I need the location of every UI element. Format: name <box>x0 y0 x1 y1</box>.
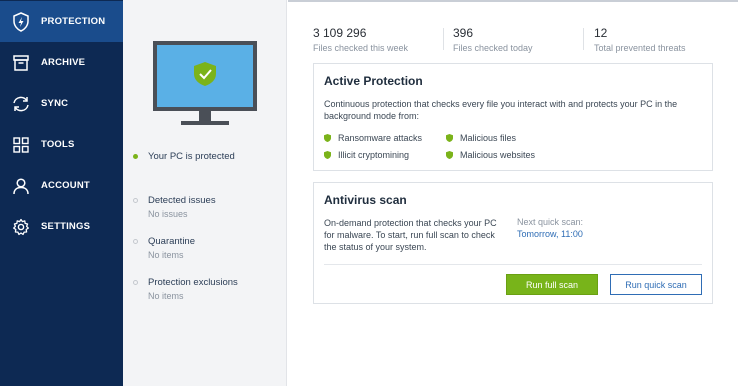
antivirus-description: On-demand protection that checks your PC… <box>324 217 497 253</box>
feature-cryptomining: Illicit cryptomining <box>324 150 409 160</box>
sidebar-item-archive[interactable]: ARCHIVE <box>0 42 123 83</box>
feature-label: Malicious files <box>460 133 517 143</box>
protection-exclusions[interactable]: Protection exclusions No items <box>133 277 238 301</box>
status-protected-label: Your PC is protected <box>148 151 235 162</box>
feature-label: Malicious websites <box>460 150 536 160</box>
sidebar-item-label: SYNC <box>41 98 69 109</box>
sync-icon <box>11 94 31 114</box>
status-protected: Your PC is protected <box>133 151 235 162</box>
stat-value: 12 <box>594 26 608 40</box>
detected-issues[interactable]: Detected issues No issues <box>133 195 216 219</box>
stat-divider <box>583 28 584 50</box>
active-protection-description: Continuous protection that checks every … <box>324 98 677 122</box>
active-protection-panel: Active Protection Continuous protection … <box>313 63 713 171</box>
sidebar-item-protection[interactable]: PROTECTION <box>0 1 123 42</box>
main-content: 3 109 296 Files checked this week 396 Fi… <box>288 0 738 386</box>
feature-label: Ransomware attacks <box>338 133 423 143</box>
account-icon <box>11 176 31 196</box>
sidebar-item-label: ACCOUNT <box>41 180 90 191</box>
status-dot-icon <box>133 198 138 203</box>
stat-label: Files checked today <box>453 43 533 53</box>
run-full-scan-button[interactable]: Run full scan <box>506 274 598 295</box>
active-protection-title: Active Protection <box>324 74 423 88</box>
detected-issues-title: Detected issues <box>148 195 216 206</box>
description-line: background mode from: <box>324 111 420 121</box>
stat-threats: 12 Total prevented threats <box>594 26 686 54</box>
stat-value: 3 109 296 <box>313 26 367 40</box>
sidebar-item-sync[interactable]: SYNC <box>0 83 123 124</box>
description-line: On-demand protection that checks your PC <box>324 218 497 228</box>
antivirus-scan-panel: Antivirus scan On-demand protection that… <box>313 182 713 304</box>
green-shield-icon <box>324 151 331 159</box>
green-shield-icon <box>446 151 453 159</box>
sidebar-item-settings[interactable]: SETTINGS <box>0 206 123 247</box>
sidebar-item-account[interactable]: ACCOUNT <box>0 165 123 206</box>
status-column: Your PC is protected Detected issues No … <box>123 0 287 386</box>
sidebar-item-label: ARCHIVE <box>41 57 86 68</box>
stat-divider <box>443 28 444 50</box>
feature-malicious-websites: Malicious websites <box>446 150 535 160</box>
run-quick-scan-button[interactable]: Run quick scan <box>610 274 702 295</box>
stat-week: 3 109 296 Files checked this week <box>313 26 408 54</box>
description-line: for malware. To start, run full scan to … <box>324 230 495 240</box>
monitor-shield-illustration <box>153 41 257 125</box>
status-dot-icon <box>133 239 138 244</box>
feature-label: Illicit cryptomining <box>338 150 410 160</box>
quarantine-title: Quarantine <box>148 236 196 247</box>
gear-icon <box>11 217 31 237</box>
quarantine-value: No items <box>148 250 184 260</box>
feature-malicious-files: Malicious files <box>446 133 516 143</box>
archive-icon <box>11 53 31 73</box>
green-shield-icon <box>446 134 453 142</box>
next-quick-scan-value[interactable]: Tomorrow, 11:00 <box>517 229 583 239</box>
next-quick-scan-label: Next quick scan: <box>517 217 584 227</box>
panel-divider <box>324 264 702 265</box>
sidebar: PROTECTION ARCHIVE SYNC TOOLS ACCOUNT SE… <box>0 0 123 386</box>
protection-exclusions-value: No items <box>148 291 184 301</box>
stat-label: Total prevented threats <box>594 43 686 53</box>
status-dot-icon <box>133 280 138 285</box>
tools-grid-icon <box>11 135 31 155</box>
stat-label: Files checked this week <box>313 43 409 53</box>
green-shield-icon <box>324 134 331 142</box>
stat-today: 396 Files checked today <box>453 26 533 54</box>
feature-ransomware: Ransomware attacks <box>324 133 422 143</box>
shield-icon <box>11 11 31 32</box>
sidebar-item-label: PROTECTION <box>41 16 106 27</box>
sidebar-item-label: SETTINGS <box>41 221 91 232</box>
antivirus-title: Antivirus scan <box>324 193 407 207</box>
description-line: Continuous protection that checks every … <box>324 99 678 109</box>
top-divider <box>288 0 738 2</box>
detected-issues-value: No issues <box>148 209 188 219</box>
quarantine[interactable]: Quarantine No items <box>133 236 195 260</box>
stat-value: 396 <box>453 26 474 40</box>
description-line: the status of your system. <box>324 242 427 252</box>
sidebar-item-label: TOOLS <box>41 139 75 150</box>
status-dot-icon <box>133 154 138 159</box>
sidebar-item-tools[interactable]: TOOLS <box>0 124 123 165</box>
protection-exclusions-title: Protection exclusions <box>148 277 238 288</box>
